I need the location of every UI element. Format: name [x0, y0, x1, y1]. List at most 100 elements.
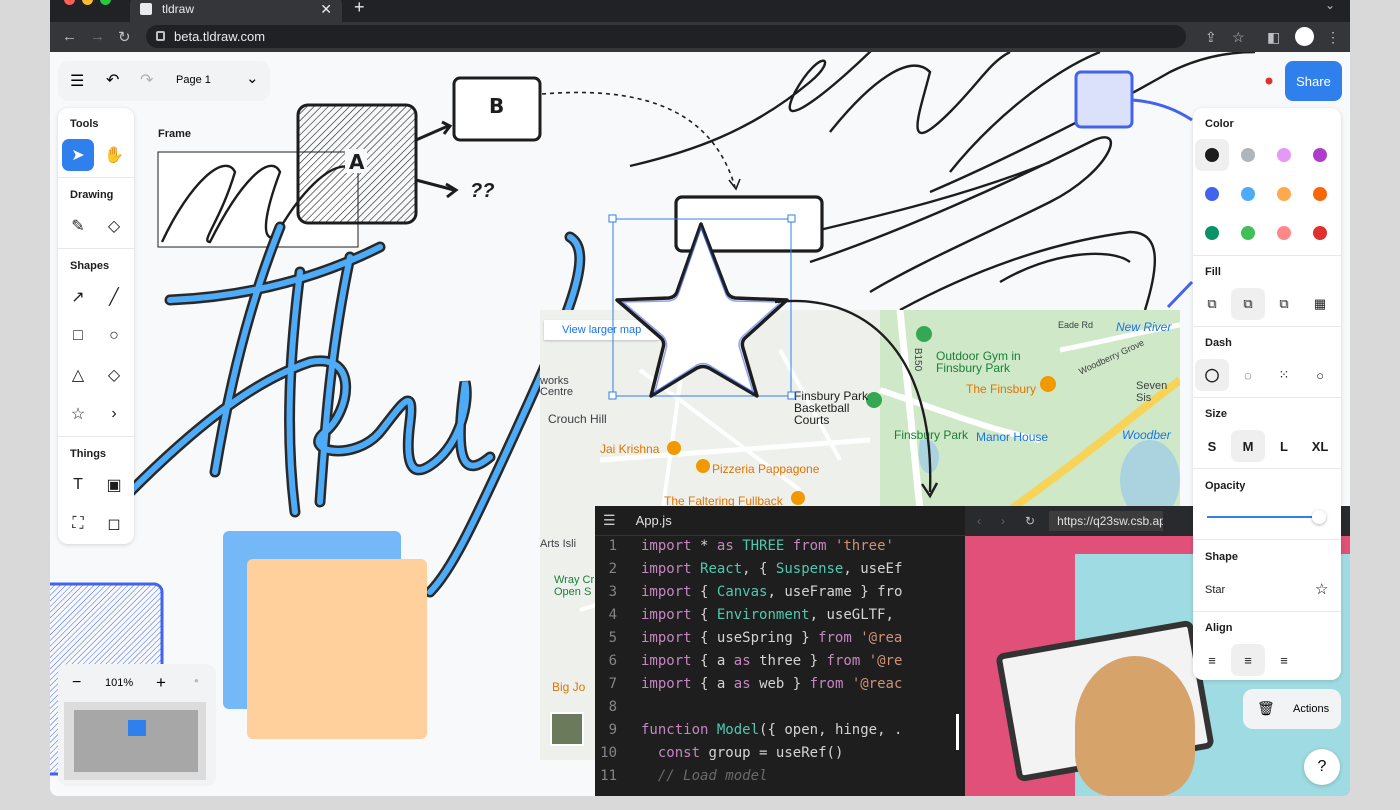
minimap[interactable] [64, 702, 206, 780]
address-bar[interactable]: beta.tldraw.com [146, 25, 1186, 48]
zoom-out-icon[interactable]: − [72, 674, 81, 692]
zoom-level[interactable]: 101% [105, 677, 133, 689]
ellipse-tool-button[interactable]: ○ [98, 320, 130, 352]
editor-scrollbar[interactable] [956, 714, 959, 750]
map-label-manor-house[interactable]: Manor House [976, 430, 1048, 444]
size-l-button[interactable]: L [1267, 430, 1301, 462]
color-swatch-button[interactable] [1303, 217, 1337, 249]
resize-handle-tl[interactable] [608, 214, 617, 223]
share-page-icon[interactable]: ⇪ [1205, 29, 1217, 46]
orange-rect-shape[interactable] [247, 559, 427, 739]
map-label-arts[interactable]: Arts Isli [540, 538, 600, 550]
align-left-button[interactable]: ≡ [1195, 644, 1229, 676]
color-swatch-button[interactable] [1267, 139, 1301, 171]
new-tab-icon[interactable]: + [354, 0, 365, 18]
eraser-tool-button[interactable]: ◇ [98, 210, 130, 242]
color-swatch-button[interactable] [1195, 217, 1229, 249]
code-line[interactable]: 10 const group = useRef() [595, 745, 843, 768]
line-tool-button[interactable]: ╱ [98, 281, 130, 313]
map-label-big-jo[interactable]: Big Jo [552, 680, 585, 694]
maximize-window-button[interactable] [100, 0, 111, 5]
minimap-toggle-icon[interactable]: ● [194, 676, 199, 685]
resize-handle-tr[interactable] [787, 214, 796, 223]
code-editor-embed[interactable]: ☰ App.js 1 import * as THREE from 'three'… [595, 506, 965, 796]
fill-none-button[interactable]: ⧉ [1195, 288, 1229, 320]
dash-dashed-button[interactable]: ◌ [1231, 359, 1265, 391]
diamond-tool-button[interactable]: ◇ [98, 359, 130, 391]
map-label-finsbury[interactable]: The Finsbury [966, 382, 1036, 396]
map-label-seven-sis[interactable]: Seven Sis [1136, 380, 1180, 404]
star-shape-icon[interactable]: ☆ [1315, 580, 1328, 598]
map-label-works[interactable]: works Centre [540, 376, 580, 398]
editor-file-tab[interactable]: App.js [636, 513, 672, 528]
code-line[interactable]: 3 import { Canvas, useFrame } fro [595, 584, 903, 607]
image-tool-button[interactable]: ▣ [98, 469, 130, 501]
color-swatch-button[interactable] [1303, 178, 1337, 210]
dash-solid-button[interactable]: ○ [1303, 359, 1337, 391]
code-line[interactable]: 5 import { useSpring } from '@rea [595, 630, 903, 653]
select-tool-button[interactable]: ➤ [62, 139, 94, 171]
minimap-viewport[interactable] [128, 720, 146, 736]
map-label-crouch[interactable]: Crouch Hill [548, 412, 607, 426]
blue-arrow-tail[interactable] [1166, 280, 1194, 309]
hand-tool-button[interactable]: ✋ [98, 139, 130, 171]
preview-reload-icon[interactable]: ↻ [1025, 514, 1035, 528]
tldraw-canvas[interactable]: View larger map Outdoor Gym in Finsbury … [50, 52, 1350, 796]
close-tab-icon[interactable]: ✕ [320, 1, 332, 18]
code-line[interactable]: 6 import { a as three } from '@re [595, 653, 903, 676]
color-swatch-button[interactable] [1267, 217, 1301, 249]
share-button[interactable]: Share [1285, 61, 1342, 101]
profile-avatar[interactable] [1295, 27, 1314, 46]
preview-url[interactable]: https://q23sw.csb.ap [1049, 511, 1164, 531]
color-swatch-button[interactable] [1267, 178, 1301, 210]
text-tool-button[interactable]: T [62, 469, 94, 501]
map-label-jai[interactable]: Jai Krishna [600, 442, 659, 456]
opacity-slider-thumb[interactable] [1312, 510, 1327, 524]
code-line[interactable]: 9 function Model({ open, hinge, . [595, 722, 903, 745]
fill-solid-button[interactable]: ⧉ [1267, 288, 1301, 320]
browser-menu-icon[interactable]: ⋮ [1326, 29, 1340, 46]
hamburger-menu-icon[interactable]: ☰ [70, 71, 84, 91]
align-right-button[interactable]: ≡ [1267, 644, 1301, 676]
preview-forward-icon[interactable]: › [1001, 514, 1005, 528]
sidepanel-icon[interactable]: ◧ [1267, 29, 1280, 46]
close-window-button[interactable] [64, 0, 75, 5]
undo-icon[interactable]: ↶ [106, 70, 119, 90]
color-swatch-button[interactable] [1195, 139, 1229, 171]
dashed-arrow[interactable] [541, 91, 736, 188]
resize-handle-bl[interactable] [608, 391, 617, 400]
dash-dotted-button[interactable]: ⁙ [1267, 359, 1301, 391]
more-shapes-button[interactable]: › [98, 398, 130, 430]
align-center-button[interactable]: ≡ [1231, 644, 1265, 676]
bookmark-star-icon[interactable]: ☆ [1232, 29, 1245, 46]
question-label[interactable]: ?? [470, 180, 494, 203]
code-line[interactable]: 4 import { Environment, useGLTF, [595, 607, 894, 630]
editor-menu-icon[interactable]: ☰ [603, 512, 616, 529]
note-tool-button[interactable]: ◻ [98, 508, 130, 540]
actions-menu[interactable]: 🗑 Actions [1243, 689, 1341, 729]
chevron-down-icon[interactable]: ⌄ [246, 69, 259, 87]
color-swatch-button[interactable] [1231, 178, 1265, 210]
back-icon[interactable]: ← [62, 28, 77, 45]
code-line[interactable]: 8 [595, 699, 641, 722]
fill-pattern-button[interactable]: ▦ [1303, 288, 1337, 320]
browser-tab[interactable]: tldraw ✕ [130, 0, 342, 22]
zoom-in-icon[interactable]: + [156, 673, 166, 693]
code-line[interactable]: 11 // Load model [595, 768, 767, 791]
blue-connector[interactable] [1131, 98, 1193, 122]
code-line[interactable]: 7 import { a as web } from '@reac [595, 676, 903, 699]
redo-icon[interactable]: ↷ [140, 70, 153, 90]
scribble-middle[interactable] [769, 136, 1156, 312]
triangle-tool-button[interactable]: △ [62, 359, 94, 391]
dash-draw-button[interactable]: ◯ [1195, 359, 1229, 391]
satellite-toggle[interactable] [550, 712, 584, 746]
size-s-button[interactable]: S [1195, 430, 1229, 462]
star-shape[interactable] [615, 222, 789, 398]
color-swatch-button[interactable] [1303, 139, 1337, 171]
code-line[interactable]: 1 import * as THREE from 'three' [595, 538, 894, 561]
fill-semi-button[interactable]: ⧉ [1231, 288, 1265, 320]
draw-tool-button[interactable]: ✎ [62, 210, 94, 242]
map-label-eade[interactable]: Eade Rd [1058, 320, 1093, 330]
scribble-top[interactable] [629, 52, 1256, 194]
color-swatch-button[interactable] [1231, 217, 1265, 249]
